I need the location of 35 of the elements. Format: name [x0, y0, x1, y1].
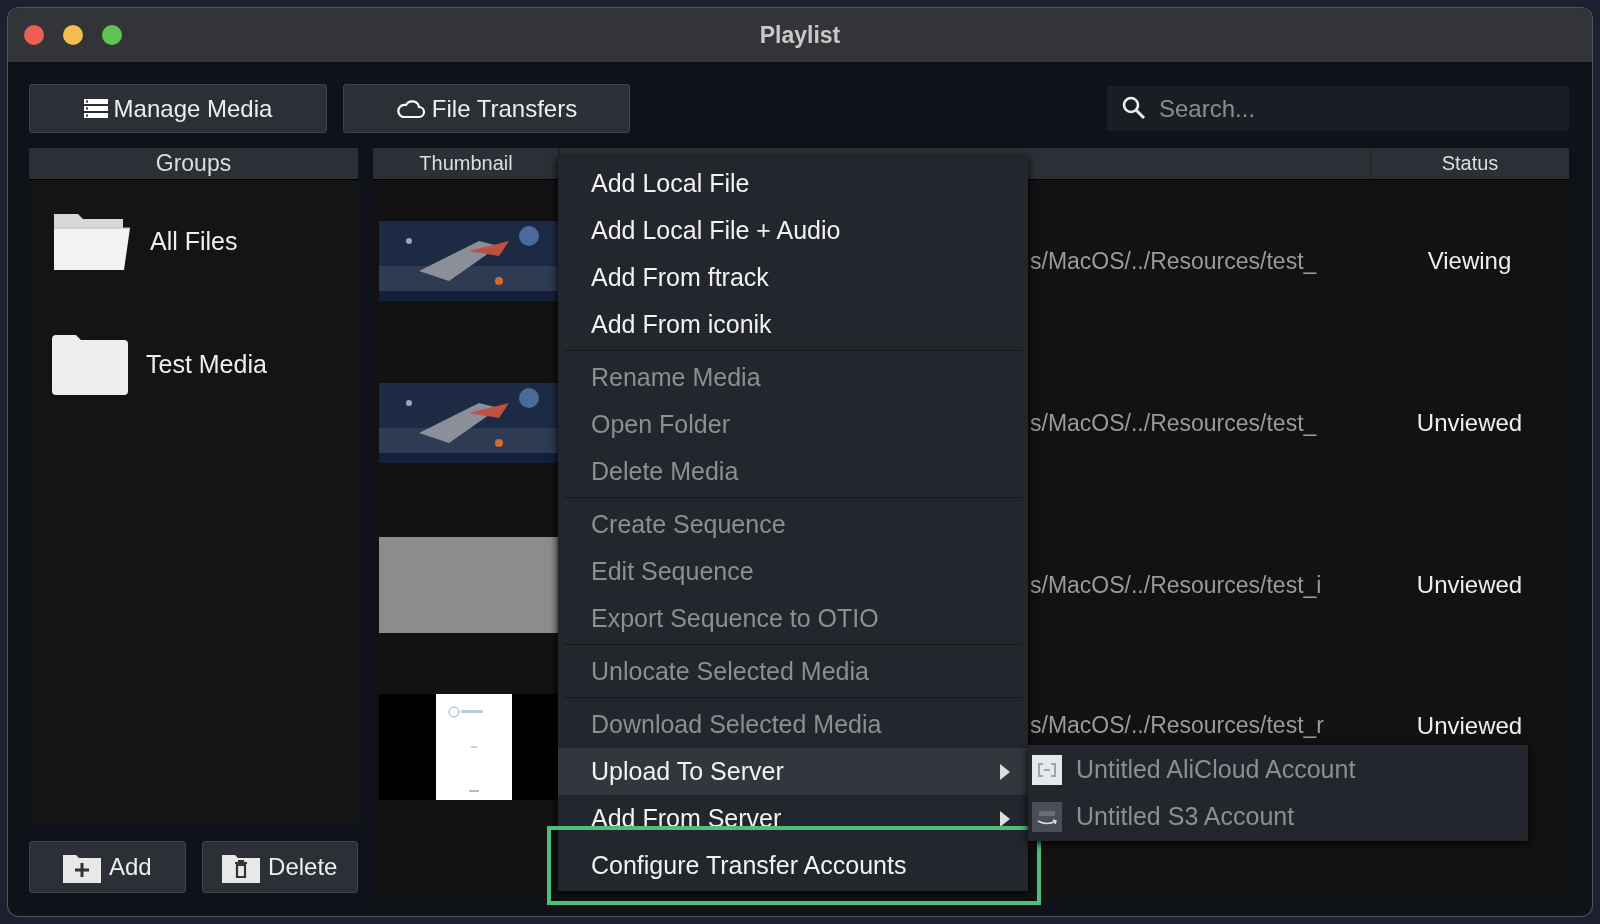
- column-header: Groups: [29, 148, 358, 180]
- menu-item[interactable]: Add From ftrack: [558, 254, 1028, 301]
- window-title: Playlist: [759, 21, 841, 49]
- file-transfers-button[interactable]: File Transfers: [343, 84, 630, 133]
- menu-item[interactable]: Configure Transfer Accounts: [558, 842, 1028, 889]
- cloud-icon: [395, 98, 426, 119]
- group-item[interactable]: All Files: [29, 210, 358, 272]
- search-field[interactable]: Search...: [1107, 86, 1569, 131]
- menu-item[interactable]: Add From iconik: [558, 301, 1028, 348]
- column-header: Thumbnail: [373, 148, 559, 180]
- menu-item[interactable]: Add Local File + Audio: [558, 207, 1028, 254]
- zoom-button[interactable]: [102, 25, 122, 45]
- account-icon: [1032, 754, 1062, 785]
- menu-item[interactable]: Upload To Server: [558, 748, 1028, 795]
- close-button[interactable]: [24, 25, 44, 45]
- file-path: s/MacOS/../Resources/test_r: [1029, 711, 1325, 739]
- group-item[interactable]: Test Media: [29, 333, 358, 395]
- minimize-button[interactable]: [63, 25, 83, 45]
- list-icon: [83, 98, 108, 119]
- add-button[interactable]: Add: [29, 841, 186, 893]
- status-text: Unviewed: [1415, 711, 1524, 740]
- column-header: Status: [1370, 148, 1569, 180]
- manage-media-button[interactable]: Manage Media: [29, 84, 327, 133]
- submenu-arrow-icon: [1000, 764, 1010, 780]
- delete-button[interactable]: Delete: [201, 841, 358, 893]
- file-path: s/MacOS/../Resources/test_i: [1029, 571, 1323, 599]
- status-text: Unviewed: [1415, 571, 1524, 599]
- file-path: s/MacOS/../Resources/test_: [1029, 409, 1318, 437]
- account-icon: [1032, 801, 1062, 832]
- status-text: Unviewed: [1415, 409, 1524, 437]
- submenu-arrow-icon: [1000, 811, 1010, 827]
- status-text: Viewing: [1426, 247, 1513, 275]
- folder-icon: [52, 333, 128, 395]
- menu-item[interactable]: Add Local File: [558, 160, 1028, 207]
- file-path: s/MacOS/../Resources/test_: [1029, 247, 1318, 275]
